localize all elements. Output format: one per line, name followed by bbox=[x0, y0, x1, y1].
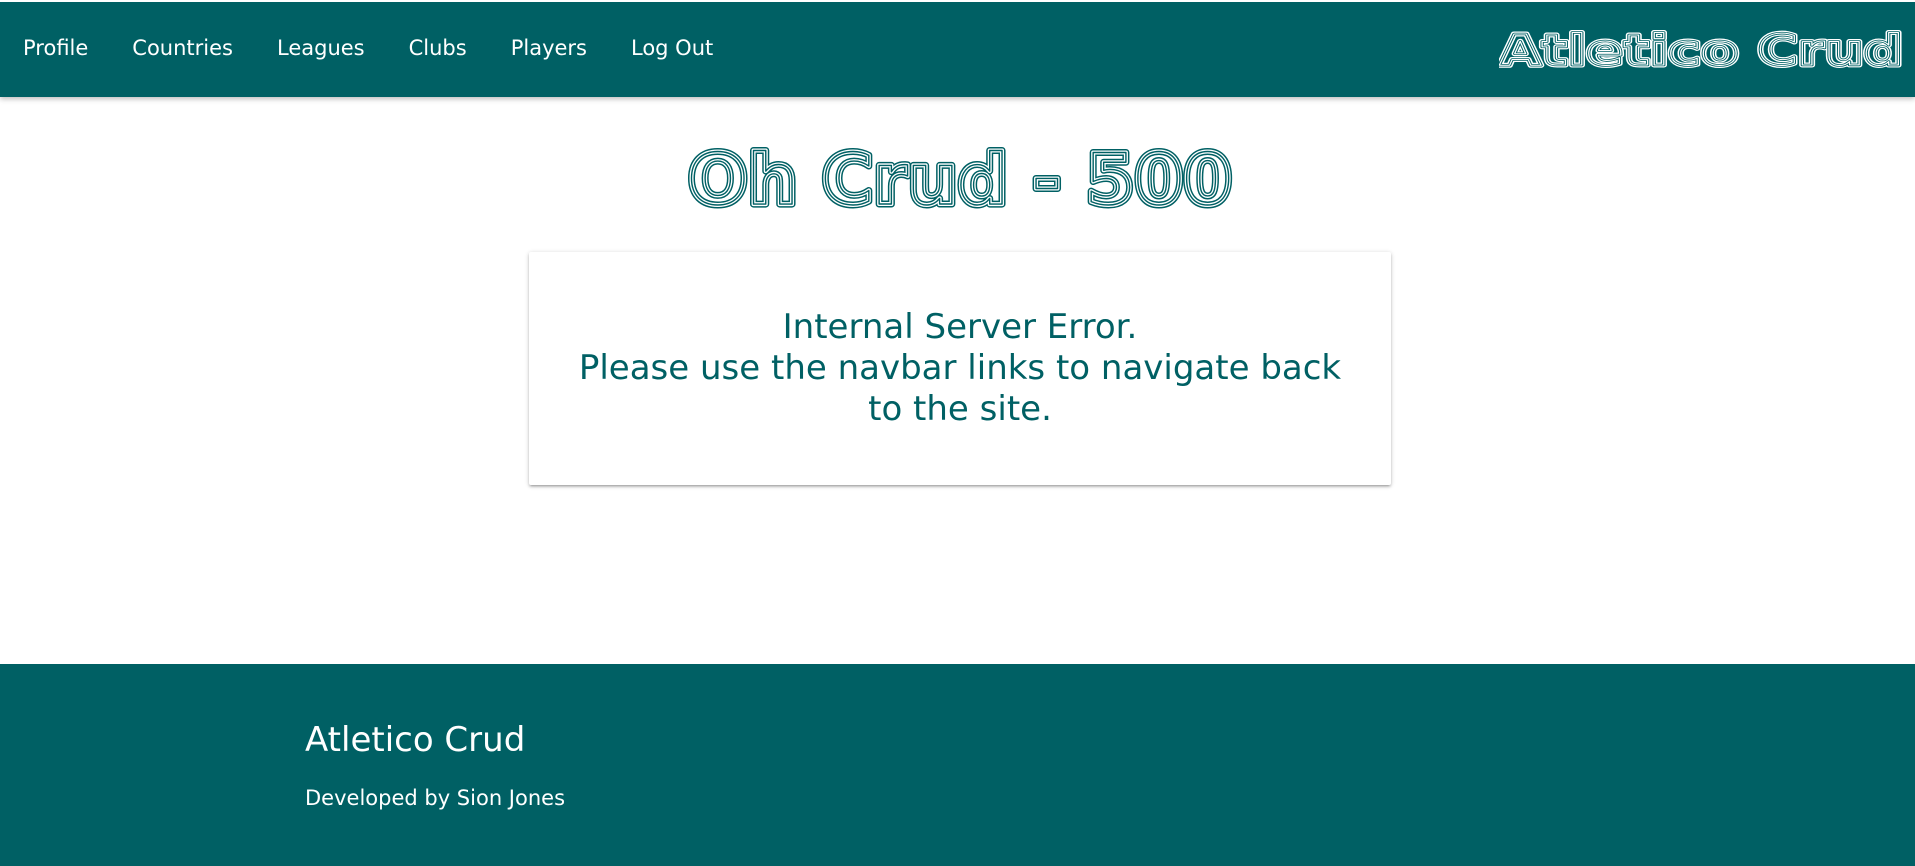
nav-item-leagues: Leagues bbox=[255, 0, 387, 97]
brand-logo: Atletico Crud Atletico Crud Atletico Cru… bbox=[1499, 24, 1906, 72]
nav-item-players: Players bbox=[489, 0, 609, 97]
nav-link-clubs[interactable]: Clubs bbox=[387, 0, 489, 97]
top-navbar: Profile Countries Leagues Clubs Players … bbox=[0, 0, 1915, 97]
page-title: Oh Crud - 500 Oh Crud - 500 Oh Crud - 50… bbox=[685, 136, 1236, 225]
page-footer: Atletico Crud Developed by Sion Jones bbox=[0, 664, 1915, 866]
nav-link-leagues[interactable]: Leagues bbox=[255, 0, 387, 97]
nav-links: Profile Countries Leagues Clubs Players … bbox=[0, 0, 735, 97]
nav-link-profile[interactable]: Profile bbox=[0, 0, 110, 97]
footer-credit: Developed by Sion Jones bbox=[305, 786, 566, 810]
error-card: Internal Server Error. Please use the na… bbox=[529, 252, 1391, 485]
footer-title: Atletico Crud bbox=[305, 720, 526, 760]
nav-link-logout[interactable]: Log Out bbox=[609, 0, 735, 97]
nav-item-profile: Profile bbox=[0, 0, 110, 97]
nav-item-countries: Countries bbox=[110, 0, 255, 97]
error-message: Internal Server Error. Please use the na… bbox=[570, 307, 1350, 430]
nav-link-countries[interactable]: Countries bbox=[110, 0, 255, 97]
brand-logo-text-core: Atletico Crud bbox=[1499, 26, 1903, 72]
nav-item-logout: Log Out bbox=[609, 0, 735, 97]
page-title-text-core: Oh Crud - 500 bbox=[688, 139, 1232, 221]
error-message-title: Internal Server Error. bbox=[782, 307, 1138, 347]
error-message-instructions: Please use the navbar links to navigate … bbox=[578, 348, 1342, 429]
nav-link-players[interactable]: Players bbox=[489, 0, 609, 97]
nav-item-clubs: Clubs bbox=[387, 0, 489, 97]
